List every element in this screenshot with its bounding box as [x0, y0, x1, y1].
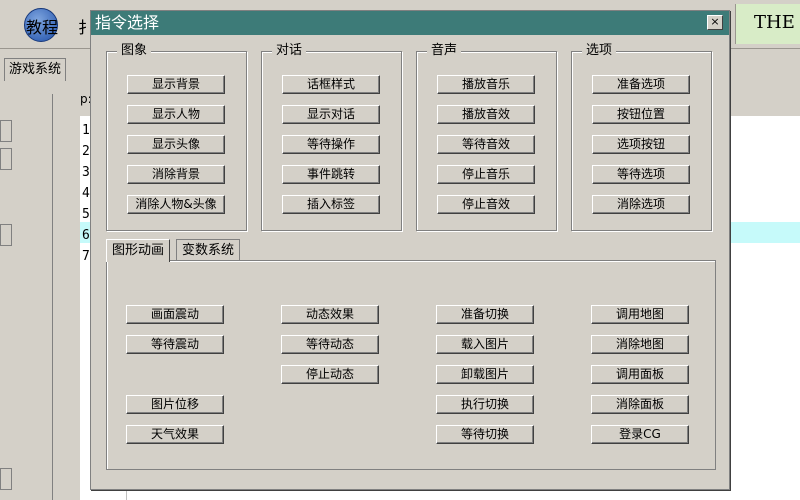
- wait-shake-button[interactable]: 等待震动: [126, 335, 224, 354]
- play-music-button[interactable]: 播放音乐: [437, 75, 535, 94]
- group-label: 音声: [427, 43, 462, 59]
- wait-dynamic-button[interactable]: 等待动态: [281, 335, 379, 354]
- brand-banner: THE: [735, 4, 800, 44]
- dynamic-effect-button[interactable]: 动态效果: [281, 305, 379, 324]
- play-sfx-button[interactable]: 播放音效: [437, 105, 535, 124]
- line-number: 6: [82, 228, 90, 243]
- left-panel-button[interactable]: [0, 148, 12, 170]
- execute-transition-button[interactable]: 执行切换: [436, 395, 534, 414]
- show-portrait-button[interactable]: 显示头像: [127, 135, 225, 154]
- call-map-button[interactable]: 调用地图: [591, 305, 689, 324]
- screen-shake-button[interactable]: 画面震动: [126, 305, 224, 324]
- line-number: 5: [82, 207, 90, 222]
- command-select-dialog: 指令选择 × 图象 显示背景 显示人物 显示头像 消除背景 消除人物&头像 对话…: [90, 10, 730, 490]
- dialog-titlebar[interactable]: 指令选择 ×: [91, 11, 729, 35]
- stop-sfx-button[interactable]: 停止音效: [437, 195, 535, 214]
- option-button-button[interactable]: 选项按钮: [592, 135, 690, 154]
- call-panel-button[interactable]: 调用面板: [591, 365, 689, 384]
- clear-map-button[interactable]: 消除地图: [591, 335, 689, 354]
- event-jump-button[interactable]: 事件跳转: [282, 165, 380, 184]
- wait-input-button[interactable]: 等待操作: [282, 135, 380, 154]
- wait-options-button[interactable]: 等待选项: [592, 165, 690, 184]
- group-options: 选项 准备选项 按钮位置 选项按钮 等待选项 消除选项: [571, 43, 712, 231]
- stop-music-button[interactable]: 停止音乐: [437, 165, 535, 184]
- group-image: 图象 显示背景 显示人物 显示头像 消除背景 消除人物&头像: [106, 43, 247, 231]
- weather-effect-button[interactable]: 天气效果: [126, 425, 224, 444]
- left-panel-button[interactable]: [0, 120, 12, 142]
- line-number: 2: [82, 144, 90, 159]
- line-numbers: 1 2 3 4 5 6 7: [82, 120, 90, 267]
- register-cg-button[interactable]: 登录CG: [591, 425, 689, 444]
- clear-character-portrait-button[interactable]: 消除人物&头像: [127, 195, 225, 214]
- brand-text: THE: [754, 12, 795, 33]
- clear-background-button[interactable]: 消除背景: [127, 165, 225, 184]
- group-label: 对话: [272, 43, 307, 59]
- group-label: 图象: [117, 43, 152, 59]
- line-number: 1: [82, 123, 90, 138]
- dialog-title: 指令选择: [95, 13, 160, 32]
- show-character-button[interactable]: 显示人物: [127, 105, 225, 124]
- show-background-button[interactable]: 显示背景: [127, 75, 225, 94]
- tab-graphic-animation[interactable]: 图形动画: [106, 239, 171, 262]
- prepare-options-button[interactable]: 准备选项: [592, 75, 690, 94]
- clear-options-button[interactable]: 消除选项: [592, 195, 690, 214]
- wait-transition-button[interactable]: 等待切换: [436, 425, 534, 444]
- show-dialog-button[interactable]: 显示对话: [282, 105, 380, 124]
- prepare-transition-button[interactable]: 准备切换: [436, 305, 534, 324]
- unload-image-button[interactable]: 卸载图片: [436, 365, 534, 384]
- stop-dynamic-button[interactable]: 停止动态: [281, 365, 379, 384]
- tab-game-system[interactable]: 游戏系统: [4, 58, 67, 81]
- close-icon[interactable]: ×: [707, 15, 723, 30]
- group-sound: 音声 播放音乐 播放音效 等待音效 停止音乐 停止音效: [416, 43, 557, 231]
- line-number: 3: [82, 165, 90, 180]
- insert-label-button[interactable]: 插入标签: [282, 195, 380, 214]
- image-move-button[interactable]: 图片位移: [126, 395, 224, 414]
- left-panel-button[interactable]: [0, 224, 12, 246]
- left-panel: [0, 94, 53, 500]
- dialog-style-button[interactable]: 话框样式: [282, 75, 380, 94]
- left-panel-button[interactable]: [0, 468, 12, 490]
- line-number: 7: [82, 249, 90, 264]
- tab-variable-system[interactable]: 变数系统: [176, 239, 241, 261]
- load-image-button[interactable]: 载入图片: [436, 335, 534, 354]
- button-position-button[interactable]: 按钮位置: [592, 105, 690, 124]
- wait-sfx-button[interactable]: 等待音效: [437, 135, 535, 154]
- group-label: 选项: [582, 43, 617, 59]
- group-dialogue: 对话 话框样式 显示对话 等待操作 事件跳转 插入标签: [261, 43, 402, 231]
- line-number: 4: [82, 186, 90, 201]
- clear-panel-button[interactable]: 消除面板: [591, 395, 689, 414]
- tutorial-label[interactable]: 教程: [26, 14, 58, 38]
